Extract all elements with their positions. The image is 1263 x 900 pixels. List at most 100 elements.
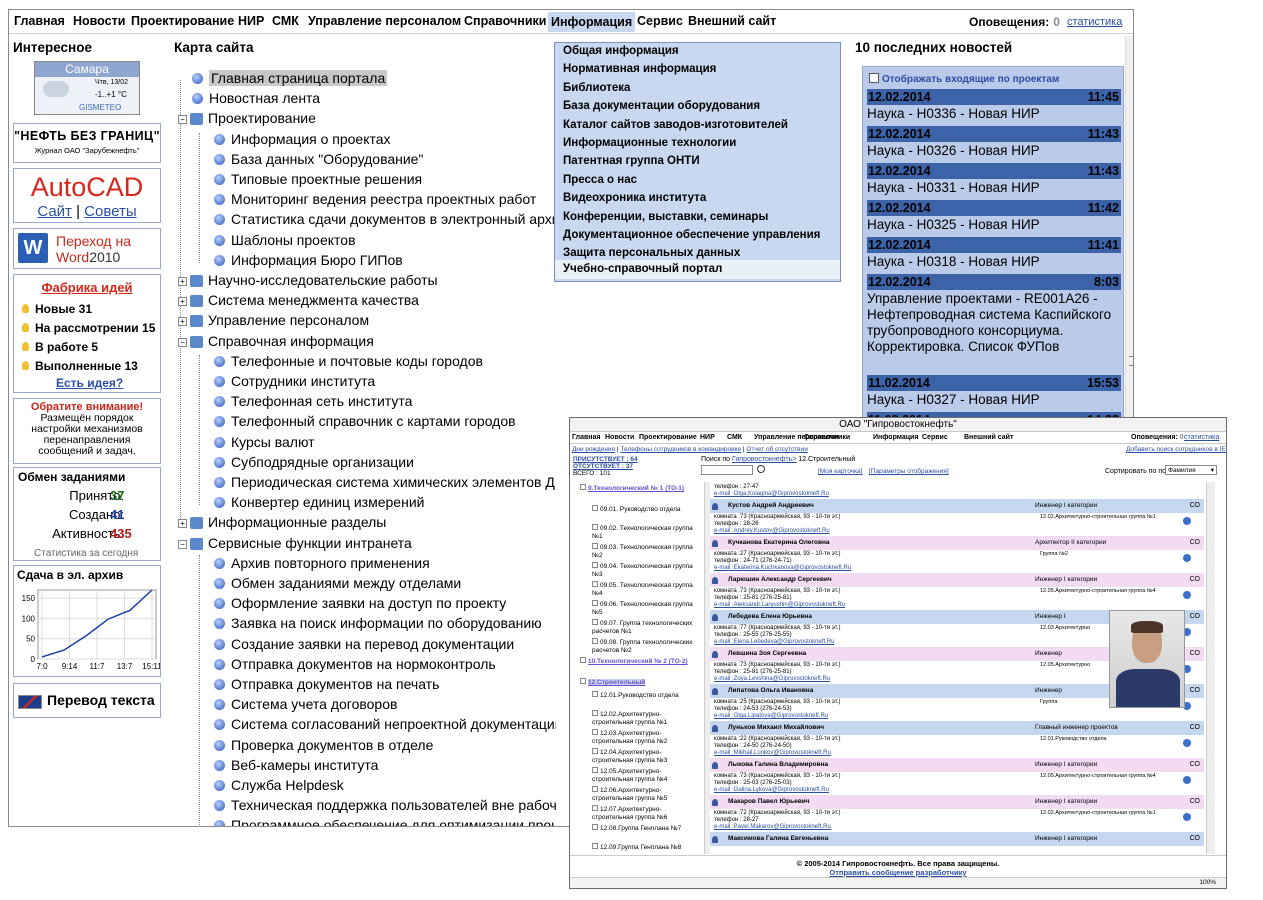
sitemap-item[interactable]: Телефонный справочник с картами городов bbox=[214, 411, 516, 431]
present-count[interactable]: ПРИСУТСТВУЕТ : 64 bbox=[573, 456, 638, 463]
weather-widget[interactable]: Самара Чтв, 13/02 -1..+1 °С GISMETEO bbox=[34, 61, 140, 115]
autocad-site-link[interactable]: Сайт bbox=[37, 203, 72, 220]
sitemap-item[interactable]: Техническая поддержка пользователей вне … bbox=[214, 795, 556, 815]
staff-row[interactable]: Кустов Андрей Андреевич Инженер I категор… bbox=[710, 499, 1204, 513]
sitemap-item[interactable]: Архив повторного применения bbox=[214, 553, 430, 573]
idea-item[interactable]: На рассмотрении 15 bbox=[22, 321, 155, 335]
person-email[interactable]: e-mail :Zoya.Levshina@Giprovostokneft.Ru bbox=[714, 676, 830, 683]
sitemap-item[interactable]: Статистика сдачи документов в электронны… bbox=[214, 209, 556, 229]
sitemap-item[interactable]: Информация о проектах bbox=[214, 129, 391, 149]
popup-menu-item[interactable]: Главная bbox=[572, 434, 600, 441]
person-email[interactable]: e-mail :Andrey.Kustov@Giprovostokneft.Ru bbox=[714, 528, 830, 535]
person-email[interactable]: e-mail :Olga.Lipatova@Giprovostokneft.Ru bbox=[714, 713, 828, 720]
info-menu-item[interactable]: Нормативная информация bbox=[563, 63, 716, 75]
sitemap-item[interactable]: Обмен заданиями между отделами bbox=[214, 573, 461, 593]
info-menu-item[interactable]: Патентная группа ОНТИ bbox=[563, 155, 700, 167]
sitemap-item[interactable]: Субподрядные организации bbox=[214, 452, 414, 472]
sitemap-item[interactable]: Курсы валют bbox=[214, 432, 315, 452]
menu-service[interactable]: Сервис bbox=[637, 14, 683, 28]
person-email[interactable]: e-mail :Pavel.Makarov@Giprovostokneft.Ru bbox=[714, 824, 831, 831]
info-menu-item[interactable]: Пресса о нас bbox=[563, 174, 637, 186]
info-icon[interactable] bbox=[1183, 813, 1191, 821]
staff-row[interactable]: Луньков Михаил Михайлович Главный инженер… bbox=[710, 721, 1204, 735]
autocad-tips-link[interactable]: Советы bbox=[84, 203, 136, 220]
scrollbar-grip[interactable] bbox=[1129, 356, 1133, 366]
menu-news[interactable]: Новости bbox=[73, 14, 125, 28]
birthdays-link[interactable]: Дни рождения bbox=[572, 446, 615, 453]
staff-row[interactable]: Максимова Галина Евгеньевна Инженер I кат… bbox=[710, 832, 1204, 846]
news-item-text[interactable]: Наука - Н0336 - Новая НИР bbox=[867, 106, 1121, 122]
info-menu-item[interactable]: Общая информация bbox=[563, 45, 679, 57]
idea-item[interactable]: В работе 5 bbox=[22, 340, 98, 354]
menu-external-site[interactable]: Внешний сайт bbox=[688, 14, 776, 28]
sitemap-item[interactable]: Информация Бюро ГИПов bbox=[214, 250, 403, 270]
popup-menu-item[interactable]: Информация bbox=[873, 434, 918, 441]
popup-menu-item[interactable]: Сервис bbox=[922, 434, 948, 441]
info-menu-item[interactable]: Защита персональных данных bbox=[563, 247, 740, 259]
zoom-level[interactable]: 100% bbox=[1199, 879, 1216, 886]
sitemap-item[interactable]: Отправка документов на печать bbox=[214, 674, 439, 694]
popup-menu-item[interactable]: Справочники bbox=[804, 434, 850, 441]
info-menu-item[interactable]: Конференции, выставки, семинары bbox=[563, 211, 768, 223]
statistics-link[interactable]: статистика bbox=[1067, 16, 1122, 28]
news-item-text[interactable]: Наука - Н0326 - Новая НИР bbox=[867, 143, 1121, 159]
info-icon[interactable] bbox=[1183, 776, 1191, 784]
staff-row[interactable]: Кучканова Екатерина Олеговна Архитектор I… bbox=[710, 536, 1204, 550]
sitemap-item[interactable]: Мониторинг ведения реестра проектных раб… bbox=[214, 189, 536, 209]
person-email[interactable]: e-mail :Ekaterina.Kuchkanova@Giprovostok… bbox=[714, 565, 851, 572]
sitemap-item[interactable]: Шаблоны проектов bbox=[214, 230, 356, 250]
news-filter[interactable]: Отображать входящие по проектам bbox=[869, 73, 1059, 85]
sitemap-item[interactable]: Служба Helpdesk bbox=[214, 775, 344, 795]
absence-report-link[interactable]: Отчет об отсутствии bbox=[746, 446, 807, 453]
collapse-icon[interactable]: − bbox=[178, 337, 187, 347]
menu-nir[interactable]: НИР bbox=[238, 14, 264, 28]
sitemap-item[interactable]: + Информационные разделы bbox=[178, 512, 386, 532]
menu-information[interactable]: Информация bbox=[548, 12, 636, 32]
sitemap-item[interactable]: База данных "Оборудование" bbox=[214, 149, 423, 169]
news-item-text[interactable]: Наука - Н0318 - Новая НИР bbox=[867, 254, 1121, 270]
expand-icon[interactable]: + bbox=[178, 297, 187, 307]
list-scrollbar[interactable] bbox=[1206, 482, 1215, 854]
info-menu-item[interactable]: Каталог сайтов заводов-изготовителей bbox=[563, 119, 788, 131]
expand-icon[interactable]: + bbox=[178, 277, 187, 286]
sitemap-item[interactable]: Оформление заявки на доступ по проекту bbox=[214, 593, 506, 613]
sitemap-item[interactable]: Система учета договоров bbox=[214, 694, 397, 714]
popup-menu-item[interactable]: Внешний сайт bbox=[964, 434, 1013, 441]
news-item-text[interactable]: Наука - Н0331 - Новая НИР bbox=[867, 180, 1121, 196]
idea-item[interactable]: Выполненные 13 bbox=[22, 359, 138, 373]
breadcrumb-root-link[interactable]: Гипровостокнефть> bbox=[732, 456, 796, 463]
search-input[interactable] bbox=[701, 465, 753, 475]
sitemap-item[interactable]: + Научно-исследовательские работы bbox=[178, 270, 438, 290]
popup-notifications[interactable]: Оповещения: 0 bbox=[1131, 434, 1184, 441]
popup-stats-link[interactable]: статистика bbox=[1184, 434, 1219, 441]
sitemap-item[interactable]: Периодическая система химических элемент… bbox=[214, 472, 556, 492]
info-menu-item[interactable]: Учебно-справочный портал bbox=[555, 260, 840, 279]
person-email[interactable]: e-mail :Mikhail.Lunkov@Giprovostokneft.R… bbox=[714, 750, 831, 757]
sitemap-item[interactable]: Телефонные и почтовые коды городов bbox=[214, 351, 483, 371]
info-icon[interactable] bbox=[1183, 517, 1191, 525]
popup-menu-item[interactable]: Новости bbox=[605, 434, 634, 441]
ideas-link[interactable]: Есть идея? bbox=[56, 376, 123, 390]
display-params-link[interactable]: [Параметры отображения] bbox=[869, 468, 949, 475]
news-item-text[interactable]: Наука - Н0325 - Новая НИР bbox=[867, 217, 1121, 233]
sitemap-item[interactable]: Проверка документов в отделе bbox=[214, 735, 433, 755]
ideas-title[interactable]: Фабрика идей bbox=[14, 280, 160, 295]
popup-menu-item[interactable]: СМК bbox=[727, 434, 742, 441]
expand-icon[interactable]: + bbox=[178, 519, 187, 529]
sitemap-item[interactable]: Главная страница портала bbox=[184, 68, 388, 88]
sitemap-item[interactable]: Типовые проектные решения bbox=[214, 169, 422, 189]
sitemap-item[interactable]: Сотрудники института bbox=[214, 371, 375, 391]
news-filter-checkbox[interactable] bbox=[869, 73, 879, 83]
sitemap-item[interactable]: − Проектирование bbox=[178, 108, 316, 128]
sitemap-item[interactable]: Отправка документов на нормоконтроль bbox=[214, 654, 496, 674]
person-email[interactable]: e-mail :Elena.Lebedeva@Giprovostokneft.R… bbox=[714, 639, 835, 646]
oil-journal-banner[interactable]: "НЕФТЬ БЕЗ ГРАНИЦ" Журнал ОАО "Зарубежне… bbox=[13, 123, 161, 163]
sitemap-item[interactable]: + Управление персоналом bbox=[178, 310, 369, 330]
absent-count[interactable]: ОТСУТСТВУЕТ : 37 bbox=[573, 463, 633, 470]
info-icon[interactable] bbox=[1183, 554, 1191, 562]
sitemap-item[interactable]: Программное обеспечение для оптимизации … bbox=[214, 815, 556, 826]
person-email[interactable]: e-mail :Aleksandr.Laryushin@Giprovostokn… bbox=[714, 602, 845, 609]
staff-row[interactable]: Макаров Павел Юрьевич Инженер I категории… bbox=[710, 795, 1204, 809]
menu-home[interactable]: Главная bbox=[14, 14, 65, 28]
info-menu-item[interactable]: Библиотека bbox=[563, 82, 630, 94]
